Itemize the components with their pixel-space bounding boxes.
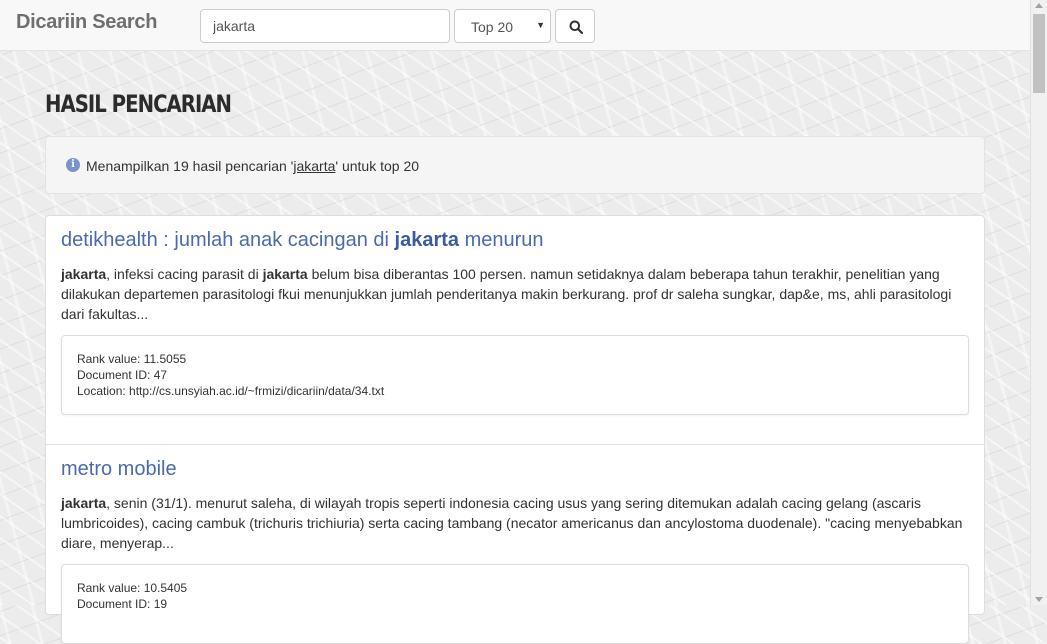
info-alert: i Menampilkan 19 hasil pencarian 'jakart… xyxy=(45,136,985,194)
scroll-thumb[interactable] xyxy=(1033,14,1045,93)
scroll-down-arrow-icon[interactable] xyxy=(1035,597,1043,602)
info-text: Menampilkan 19 hasil pencarian 'jakarta'… xyxy=(86,158,420,174)
result-snippet: jakarta, senin (31/1). menurut saleha, d… xyxy=(61,495,963,551)
info-icon: i xyxy=(66,158,80,172)
top-n-select[interactable]: Top 20 ▼ xyxy=(454,9,551,43)
result-title-link[interactable]: detikhealth : jumlah anak cacingan di ja… xyxy=(61,229,544,252)
document-location: Location: http://cs.unsyiah.ac.id/~frmiz… xyxy=(77,384,385,398)
page-scrollbar[interactable] xyxy=(1030,0,1047,605)
result-meta: Rank value: 10.5405 Document ID: 19 xyxy=(61,564,969,644)
search-icon xyxy=(569,20,583,34)
document-id: Document ID: 19 xyxy=(77,597,168,611)
brand-logo[interactable]: Dicariin Search xyxy=(16,11,157,34)
query-term: jakarta xyxy=(293,158,336,174)
result-snippet: jakarta, infeksi cacing parasit di jakar… xyxy=(61,266,952,322)
rank-value: Rank value: 10.5405 xyxy=(77,581,188,595)
scroll-up-arrow-icon[interactable] xyxy=(1035,3,1043,8)
document-id: Document ID: 47 xyxy=(77,368,168,382)
search-input[interactable] xyxy=(200,9,450,43)
results-panel: detikhealth : jumlah anak cacingan di ja… xyxy=(45,215,985,644)
chevron-down-icon: ▼ xyxy=(536,20,545,30)
page-title: HASIL PENCARIAN xyxy=(45,90,232,118)
result-meta: Rank value: 11.5055 Document ID: 47 Loca… xyxy=(61,335,969,415)
search-button[interactable] xyxy=(555,9,595,43)
divider xyxy=(46,444,984,445)
top-n-select-value: Top 20 xyxy=(471,19,514,35)
result-title-link[interactable]: metro mobile xyxy=(61,458,177,481)
rank-value: Rank value: 11.5055 xyxy=(77,352,187,366)
navbar: Dicariin Search Top 20 ▼ xyxy=(0,0,1030,51)
